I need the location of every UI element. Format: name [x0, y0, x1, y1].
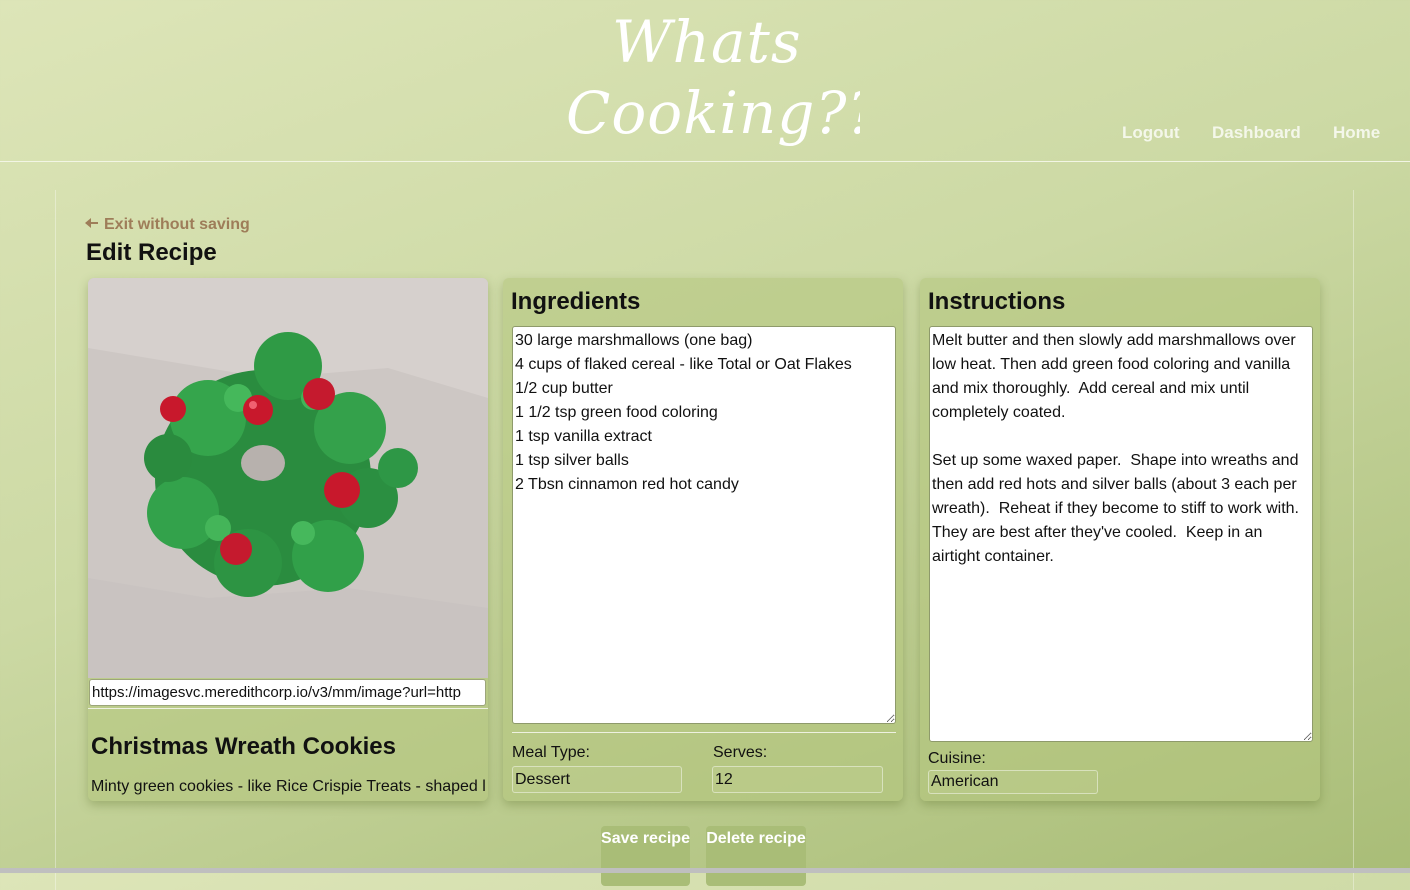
recipe-photo [88, 278, 488, 678]
exit-label: Exit without saving [104, 216, 250, 233]
delete-recipe-button[interactable]: Delete recipe [706, 826, 806, 886]
nav-logout-link[interactable]: Logout [1122, 123, 1180, 143]
nav-dashboard-link[interactable]: Dashboard [1212, 123, 1301, 143]
save-recipe-button[interactable]: Save recipe [601, 826, 690, 886]
divider [88, 708, 488, 709]
cuisine-input[interactable] [928, 770, 1098, 794]
recipe-name[interactable]: Christmas Wreath Cookies [91, 733, 396, 761]
instructions-card: Instructions Melt butter and then slowly… [920, 278, 1320, 801]
logo-line-1: Whats [612, 8, 802, 76]
nav-home-link[interactable]: Home [1333, 123, 1380, 143]
arrow-left-icon [85, 217, 98, 228]
recipe-photo-card: Christmas Wreath Cookies [88, 278, 488, 801]
instructions-textarea[interactable]: Melt butter and then slowly add marshmal… [929, 326, 1313, 742]
site-header: Whats Cooking?? Logout Dashboard Home [0, 0, 1410, 162]
candy-highlight [249, 401, 257, 409]
instructions-heading: Instructions [928, 288, 1066, 315]
site-logo[interactable]: Whats Cooking?? [550, 0, 860, 160]
serves-label: Serves: [713, 744, 768, 761]
ingredients-textarea[interactable]: 30 large marshmallows (one bag) 4 cups o… [512, 326, 896, 724]
ingredients-card: Ingredients 30 large marshmallows (one b… [503, 278, 903, 801]
image-url-input[interactable] [89, 679, 486, 706]
page-title: Edit Recipe [86, 239, 217, 266]
serves-input[interactable] [712, 766, 883, 793]
divider [512, 732, 896, 733]
recipe-description-input[interactable] [88, 774, 488, 799]
cuisine-label: Cuisine: [928, 750, 986, 767]
exit-without-saving-link[interactable]: Exit without saving [85, 216, 250, 234]
ingredients-heading: Ingredients [511, 288, 641, 315]
window-bottom-edge [0, 868, 1410, 873]
meal-type-label: Meal Type: [512, 744, 590, 761]
logo-line-2: Cooking?? [566, 79, 860, 147]
meal-type-input[interactable] [512, 766, 682, 793]
